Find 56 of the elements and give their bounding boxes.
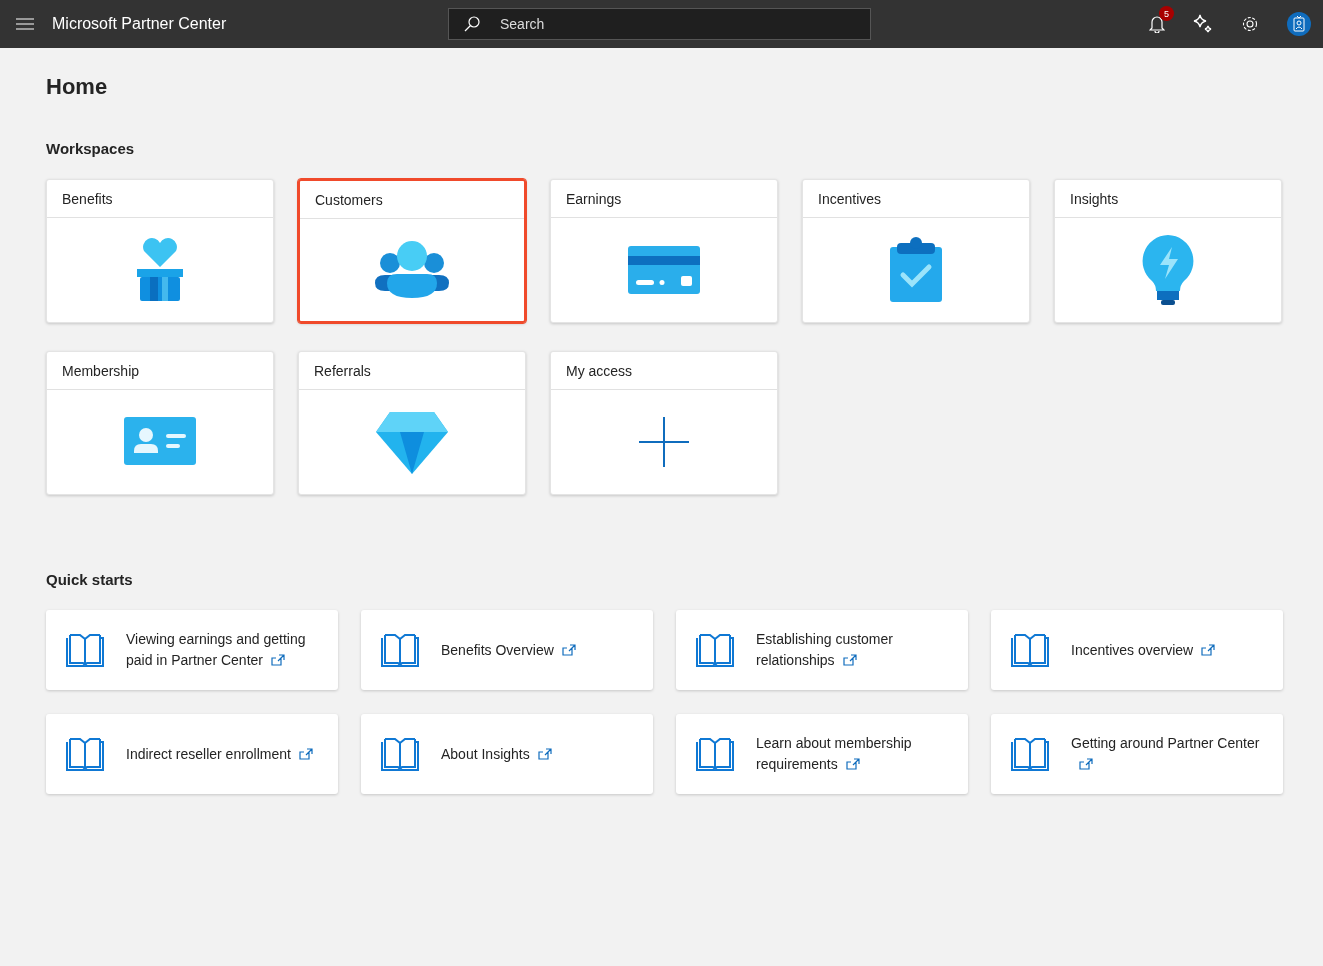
workspace-tile[interactable]: My access xyxy=(550,351,778,495)
clipboard-check-icon xyxy=(889,237,943,303)
book-icon xyxy=(381,737,419,771)
quick-start-card[interactable]: Establishing customer relationships xyxy=(676,610,968,690)
gift-box-heart-icon xyxy=(134,237,186,303)
book-icon xyxy=(381,633,419,667)
quick-start-card[interactable]: Getting around Partner Center xyxy=(991,714,1283,794)
app-title: Microsoft Partner Center xyxy=(52,15,228,33)
quick-start-card[interactable]: Incentives overview xyxy=(991,610,1283,690)
page-title: Home xyxy=(46,74,109,100)
workspace-tile[interactable]: Customers xyxy=(298,179,526,323)
external-link-icon xyxy=(1201,643,1217,656)
quick-start-card[interactable]: Benefits Overview xyxy=(361,610,653,690)
badge-person-icon xyxy=(1293,16,1305,32)
notification-count: 5 xyxy=(1159,6,1174,21)
search-icon xyxy=(464,16,480,32)
external-link-icon xyxy=(298,747,314,760)
credit-card-icon xyxy=(628,246,700,294)
menu-icon xyxy=(16,18,34,30)
workspace-tile[interactable]: Insights xyxy=(1054,179,1282,323)
book-icon xyxy=(66,737,104,771)
bell-icon xyxy=(1149,15,1165,33)
external-link-icon xyxy=(270,654,286,666)
workspace-tile[interactable]: Benefits xyxy=(46,179,274,323)
sparkle-icon xyxy=(1193,14,1213,34)
book-icon xyxy=(1011,633,1049,667)
quick-start-card[interactable]: Indirect reseller enrollment xyxy=(46,714,338,794)
id-card-icon xyxy=(124,417,196,467)
settings-icon xyxy=(1241,15,1259,33)
book-icon xyxy=(66,633,104,667)
workspace-tile[interactable]: Membership xyxy=(46,351,274,495)
external-link-icon xyxy=(842,654,858,666)
external-link-icon xyxy=(845,758,861,770)
section-heading: Quick starts xyxy=(46,571,134,588)
copilot-button[interactable] xyxy=(1193,14,1213,34)
quick-start-card[interactable]: Viewing earnings and getting paid in Partner Center xyxy=(46,610,338,690)
notifications-button[interactable] xyxy=(1149,15,1165,33)
workspace-tile[interactable]: Referrals xyxy=(298,351,526,495)
external-link-icon xyxy=(537,747,553,760)
book-icon xyxy=(1011,737,1049,771)
workspace-tile[interactable]: Incentives xyxy=(802,179,1030,323)
book-icon xyxy=(696,633,734,667)
section-heading: Workspaces xyxy=(46,140,136,157)
lightbulb-icon xyxy=(1140,233,1196,307)
external-link-icon xyxy=(561,643,577,656)
diamond-icon xyxy=(376,410,448,474)
plus-icon xyxy=(639,417,689,467)
external-link-icon xyxy=(1079,758,1094,770)
settings-button[interactable] xyxy=(1241,15,1259,33)
account-button[interactable] xyxy=(1287,12,1311,36)
quick-start-card[interactable]: About Insights xyxy=(361,714,653,794)
workspace-tile[interactable]: Earnings xyxy=(550,179,778,323)
search-field[interactable]: Search xyxy=(448,8,871,40)
book-icon xyxy=(696,737,734,771)
quick-start-card[interactable]: Learn about membership requirements xyxy=(676,714,968,794)
people-group-icon xyxy=(375,241,449,299)
